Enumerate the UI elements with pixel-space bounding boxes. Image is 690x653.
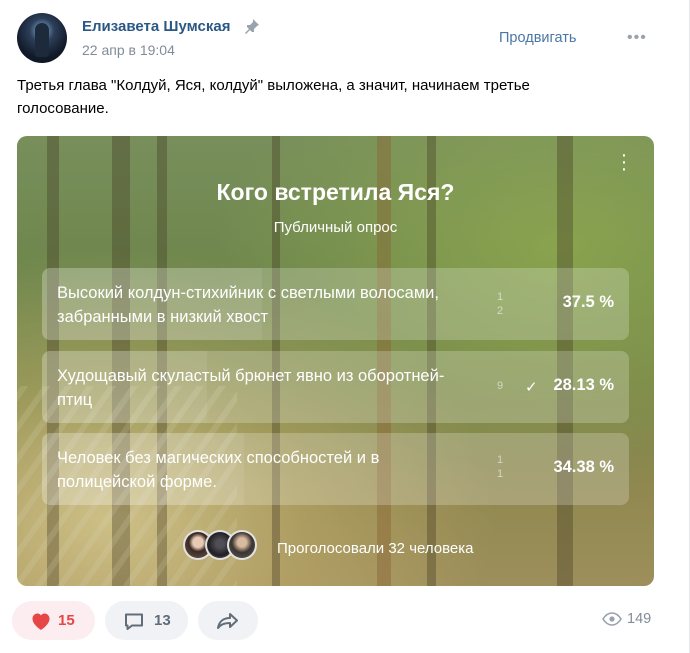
share-icon xyxy=(217,612,238,629)
views-count: 149 xyxy=(627,611,652,627)
poll-option-text: Высокий колдун-стихийник с светлыми воло… xyxy=(57,284,439,326)
poll-option[interactable]: Человек без магических способностей и в … xyxy=(42,433,629,505)
heart-icon xyxy=(32,613,50,630)
poll-card: · · · Кого встретила Яся? Публичный опрос … xyxy=(17,136,654,586)
like-count: 15 xyxy=(58,612,75,629)
poll-option-votes: 1 1 xyxy=(494,453,506,481)
voted-check-icon: ✓ xyxy=(525,379,538,396)
poll-option[interactable]: Высокий колдун-стихийник с светлыми воло… xyxy=(42,268,629,340)
wall-post: Елизавета Шумская 22 апр в 19:04 Продвиг… xyxy=(0,0,690,653)
comment-icon xyxy=(125,613,143,630)
poll-option-votes-line: 9 xyxy=(496,380,504,392)
voters-count[interactable]: Проголосовали 32 человека xyxy=(277,540,474,557)
author-avatar[interactable] xyxy=(17,13,67,63)
author-name[interactable]: Елизавета Шумская xyxy=(82,18,230,35)
poll-option-votes-line: 2 xyxy=(496,305,504,317)
poll-option-percent: 34.38 % xyxy=(553,458,614,476)
voter-avatar[interactable] xyxy=(227,530,257,560)
share-button[interactable] xyxy=(198,601,258,640)
promote-button[interactable]: Продвигать xyxy=(499,30,576,46)
more-actions-icon[interactable]: ••• xyxy=(627,30,651,46)
poll-option-votes: 1 2 xyxy=(494,290,506,318)
poll-option-votes-line: 1 xyxy=(496,468,504,480)
comment-count: 13 xyxy=(154,612,171,629)
comment-button[interactable]: 13 xyxy=(105,601,188,640)
poll-option[interactable]: Худощавый скуластый брюнет явно из оборо… xyxy=(42,351,629,423)
poll-option-percent: 37.5 % xyxy=(562,293,614,311)
post-text: Третья глава "Колдуй, Яся, колдуй" вылож… xyxy=(17,77,530,117)
poll-option-text: Худощавый скуластый брюнет явно из оборо… xyxy=(57,367,445,409)
post-date[interactable]: 22 апр в 19:04 xyxy=(82,42,175,58)
voters-avatars[interactable] xyxy=(183,530,273,560)
poll-title: Кого встретила Яся? xyxy=(216,179,455,205)
poll-option-votes-line: 1 xyxy=(496,291,504,303)
pin-icon xyxy=(244,18,260,34)
eye-icon xyxy=(602,612,622,626)
poll-option-text: Человек без магических способностей и в … xyxy=(57,449,380,491)
like-button[interactable]: 15 xyxy=(12,601,95,640)
poll-option-votes-line: 1 xyxy=(496,454,504,466)
views-counter: 149 xyxy=(602,611,651,627)
poll-type: Публичный опрос xyxy=(273,219,398,236)
poll-option-percent: 28.13 % xyxy=(553,376,614,394)
poll-menu-icon[interactable]: · · · xyxy=(620,145,628,179)
poll-option-votes: 9 xyxy=(494,379,506,393)
